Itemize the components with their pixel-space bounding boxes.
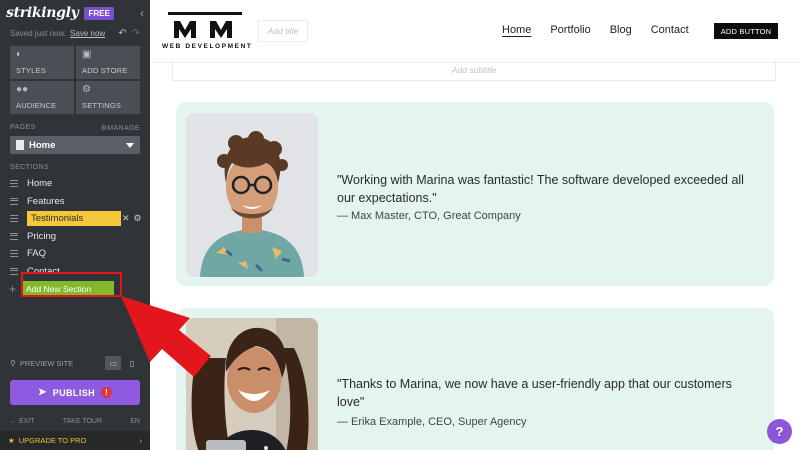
star-icon: ★ — [8, 436, 15, 445]
arrow-left-icon: ← — [10, 418, 19, 425]
gear-icon: ⚙ — [82, 84, 91, 95]
exit-link[interactable]: ← EXIT — [10, 418, 35, 425]
desktop-icon[interactable]: ▭ — [105, 356, 121, 370]
testimonial-card: "Working with Marina was fantastic! The … — [176, 102, 774, 286]
editor-sidebar: strikingly FREE ‹ Saved just now. Save n… — [0, 0, 150, 450]
add-store-tile[interactable]: ▣ ADD STORE — [76, 46, 140, 79]
tile-label: AUDIENCE — [16, 101, 57, 110]
save-status-row: Saved just now. Save now ↶ ↷ — [0, 26, 150, 40]
undo-icon[interactable]: ↶ — [118, 28, 126, 39]
close-icon[interactable]: ✕ — [122, 213, 130, 224]
drag-handle-icon[interactable] — [10, 197, 18, 205]
tile-label: STYLES — [16, 66, 46, 75]
section-label: Home — [27, 178, 53, 190]
testimonial-author[interactable]: — Erika Example, CEO, Super Agency — [337, 416, 527, 428]
section-label: Pricing — [27, 230, 57, 242]
publish-button[interactable]: ➤ PUBLISH ! — [10, 380, 140, 405]
styles-tile[interactable]: ◐ STYLES — [10, 46, 74, 79]
testimonial-quote[interactable]: "Thanks to Marina, we now have a user-fr… — [337, 375, 757, 411]
language-selector[interactable]: EN — [130, 418, 140, 425]
gear-icon[interactable]: ⚙ — [134, 213, 142, 224]
chevron-down-icon — [126, 142, 134, 148]
exit-label: EXIT — [18, 418, 35, 425]
alert-icon: ! — [101, 387, 113, 398]
testimonial-photo[interactable] — [186, 318, 318, 450]
brand-logo: strikingly — [6, 5, 79, 21]
tile-label: ADD STORE — [82, 66, 128, 75]
upgrade-bar[interactable]: ★ UPGRADE TO PRO › — [0, 431, 150, 450]
current-page: Home — [29, 139, 56, 151]
save-now-link[interactable]: Save now — [70, 29, 105, 38]
add-title-placeholder[interactable]: Add title — [258, 20, 308, 42]
nav-home[interactable]: Home — [502, 24, 531, 36]
take-tour-link[interactable]: TAKE TOUR — [63, 418, 102, 425]
add-button[interactable]: ADD BUTTON — [714, 23, 778, 39]
palette-icon: ◐ — [16, 49, 23, 60]
plus-icon: + — [9, 282, 17, 296]
nav-blog[interactable]: Blog — [610, 24, 632, 36]
section-item-pricing[interactable]: Pricing — [0, 228, 150, 246]
section-label: FAQ — [27, 248, 47, 260]
testimonial-photo[interactable] — [186, 113, 318, 277]
page-icon — [16, 140, 24, 150]
drag-handle-icon[interactable] — [10, 180, 18, 188]
manage-label: MANAGE — [107, 125, 140, 132]
plan-badge: FREE — [84, 6, 114, 20]
pages-header: PAGES ⚙MANAGE — [10, 124, 140, 132]
section-item-features[interactable]: Features — [0, 193, 150, 211]
sidebar-header: strikingly FREE ‹ — [0, 0, 150, 26]
nav-portfolio[interactable]: Portfolio — [550, 24, 590, 36]
add-subtitle-placeholder[interactable]: Add subtitle — [172, 60, 776, 81]
tile-label: SETTINGS — [82, 101, 122, 110]
redo-icon[interactable]: ↷ — [132, 28, 140, 39]
manage-pages-link[interactable]: ⚙MANAGE — [101, 124, 140, 132]
section-label: Features — [27, 195, 65, 207]
section-label: Testimonials — [27, 211, 121, 227]
page-dropdown[interactable]: Home — [10, 136, 140, 154]
search-icon: ⚲ — [10, 358, 16, 368]
collapse-sidebar-icon[interactable]: ‹ — [140, 6, 144, 20]
settings-tile[interactable]: ⚙ SETTINGS — [76, 81, 140, 114]
section-item-home[interactable]: Home — [0, 175, 150, 193]
chevron-right-icon: › — [139, 436, 143, 445]
preview-row: ⚲ PREVIEW SITE ▭ ▯ — [10, 356, 140, 370]
preview-site-link[interactable]: PREVIEW SITE — [20, 359, 73, 368]
store-icon: ▣ — [82, 49, 92, 60]
annotation-highlight-box — [21, 272, 122, 297]
sections-label: SECTIONS — [10, 164, 49, 171]
saved-status: Saved just now. — [10, 28, 67, 38]
testimonial-card: "Thanks to Marina, we now have a user-fr… — [176, 308, 774, 450]
editor-tiles: ◐ STYLES ▣ ADD STORE ●● AUDIENCE ⚙ SETTI… — [10, 46, 140, 114]
audience-tile[interactable]: ●● AUDIENCE — [10, 81, 74, 114]
testimonial-author[interactable]: — Max Master, CTO, Great Company — [337, 210, 521, 222]
users-icon: ●● — [16, 84, 29, 95]
logo-text: WEB DEVELOPMENT — [162, 43, 253, 50]
help-button[interactable]: ? — [767, 419, 792, 444]
drag-handle-icon[interactable] — [10, 250, 18, 258]
testimonial-quote[interactable]: "Working with Marina was fantastic! The … — [337, 171, 757, 207]
drag-handle-icon[interactable] — [10, 215, 18, 223]
publish-label: PUBLISH — [52, 387, 96, 398]
pages-label: PAGES — [10, 124, 36, 131]
section-item-testimonials[interactable]: Testimonials ✕ ⚙ — [0, 210, 150, 228]
section-item-faq[interactable]: FAQ — [0, 245, 150, 263]
rocket-icon: ➤ — [37, 387, 47, 398]
drag-handle-icon[interactable] — [10, 267, 18, 275]
site-nav: Home Portfolio Blog Contact — [502, 24, 689, 36]
upgrade-label: UPGRADE TO PRO — [18, 436, 87, 445]
sidebar-footer-links: ← EXIT TAKE TOUR EN — [10, 418, 140, 425]
mobile-icon[interactable]: ▯ — [124, 356, 140, 370]
drag-handle-icon[interactable] — [10, 232, 18, 240]
nav-contact[interactable]: Contact — [651, 24, 689, 36]
